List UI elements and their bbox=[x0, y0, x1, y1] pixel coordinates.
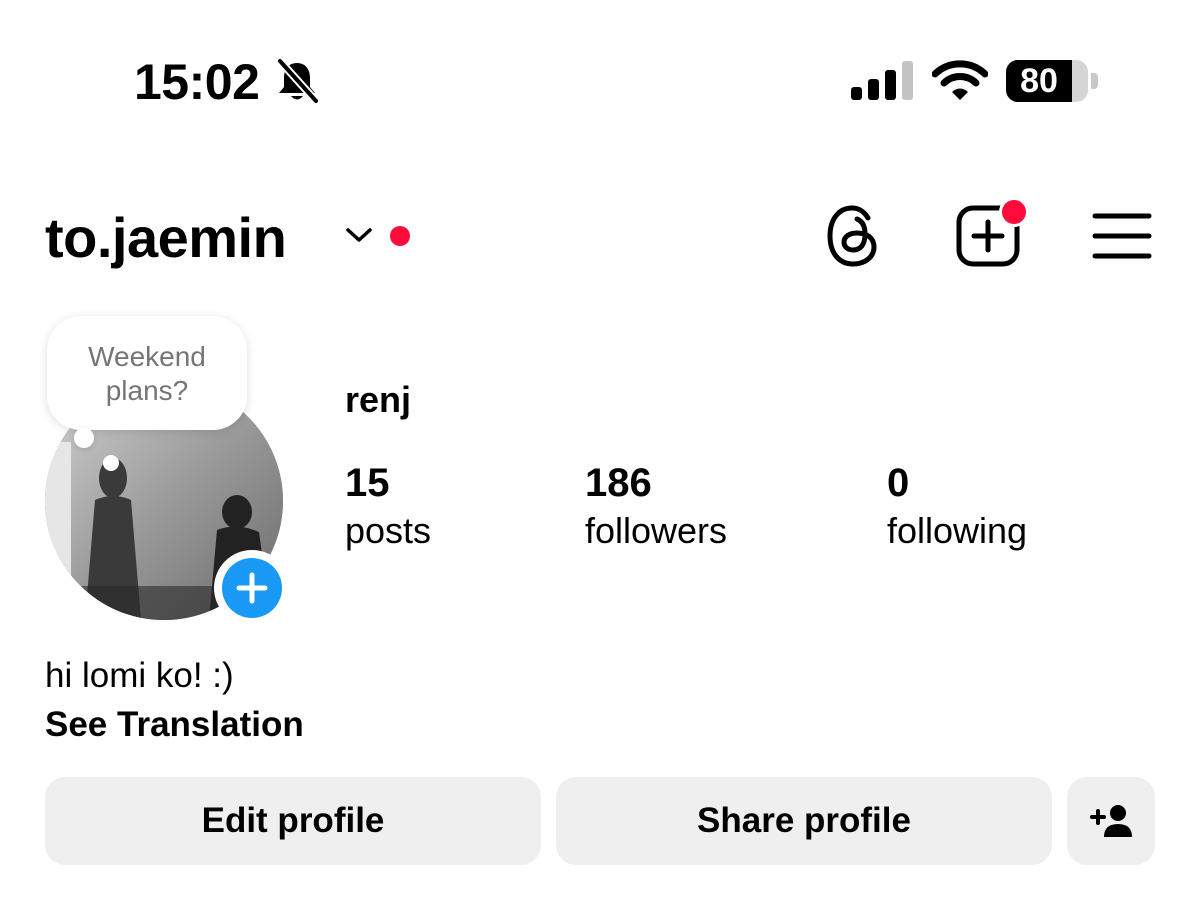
battery-cap bbox=[1091, 73, 1098, 89]
share-profile-button[interactable]: Share profile bbox=[556, 777, 1052, 865]
account-notification-dot bbox=[390, 226, 410, 246]
note-tail bbox=[74, 428, 94, 448]
stat-following[interactable]: 0 following bbox=[887, 458, 1027, 554]
edit-profile-button[interactable]: Edit profile bbox=[45, 777, 541, 865]
menu-icon[interactable] bbox=[1092, 212, 1152, 260]
add-person-icon bbox=[1090, 805, 1132, 837]
display-name: renj bbox=[345, 379, 412, 420]
following-label: following bbox=[887, 510, 1028, 551]
add-story-badge bbox=[222, 558, 282, 618]
note-bubble[interactable]: Weekend plans? bbox=[47, 316, 247, 430]
stat-followers[interactable]: 186 followers bbox=[585, 458, 727, 554]
threads-icon[interactable] bbox=[824, 204, 884, 268]
followers-label: followers bbox=[585, 510, 728, 551]
chevron-down-icon[interactable] bbox=[344, 224, 374, 246]
add-story-button[interactable] bbox=[214, 550, 290, 626]
battery-indicator: 80 bbox=[1006, 60, 1098, 102]
note-tail-small bbox=[103, 455, 119, 471]
note-line-2: plans? bbox=[105, 375, 189, 406]
plus-icon bbox=[236, 572, 268, 604]
discover-people-button[interactable] bbox=[1067, 777, 1155, 865]
see-translation-link[interactable]: See Translation bbox=[45, 702, 304, 748]
create-notification-dot bbox=[999, 197, 1029, 227]
following-count: 0 bbox=[887, 461, 910, 505]
wifi-icon bbox=[932, 60, 988, 100]
bio-text: hi lomi ko! :) bbox=[45, 656, 234, 695]
followers-count: 186 bbox=[585, 461, 652, 505]
bell-slash-icon bbox=[276, 58, 319, 104]
posts-count: 15 bbox=[345, 461, 390, 505]
status-time: 15:02 bbox=[134, 54, 260, 110]
note-line-1: Weekend bbox=[88, 341, 206, 372]
cellular-signal-icon bbox=[851, 61, 913, 100]
username-switcher[interactable]: to.jaemin bbox=[45, 205, 287, 271]
battery-icon: 80 bbox=[1006, 60, 1088, 102]
posts-label: posts bbox=[345, 510, 432, 551]
battery-level-text: 80 bbox=[1020, 62, 1058, 100]
stat-posts[interactable]: 15 posts bbox=[345, 458, 431, 554]
